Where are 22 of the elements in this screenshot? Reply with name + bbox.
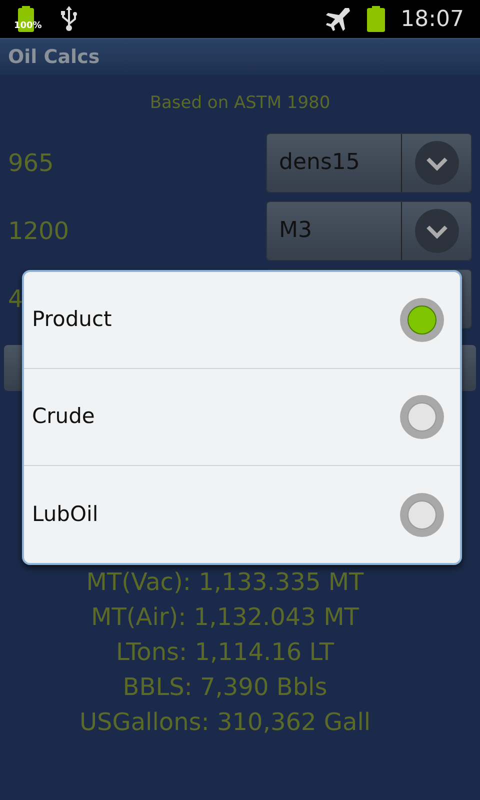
radio-button[interactable] xyxy=(400,492,444,536)
result-line: MT(Vac): 1,133.335 MT xyxy=(86,567,364,598)
radio-option[interactable]: Product xyxy=(24,272,460,369)
chevron-down-icon xyxy=(414,208,458,252)
chevron-down-icon xyxy=(414,140,458,184)
radio-option[interactable]: LubOil xyxy=(24,466,460,563)
clock: 18:07 xyxy=(400,6,464,34)
app-title: Oil Calcs xyxy=(8,44,100,70)
result-line: MT(Air): 1,132.043 MT xyxy=(91,602,359,633)
battery-icon xyxy=(366,6,385,32)
usb-icon xyxy=(60,6,78,32)
result-line: USGallons: 310,362 Gall xyxy=(79,707,371,738)
radio-button[interactable] xyxy=(400,395,444,439)
result-line: LTons: 1,114.16 LT xyxy=(116,637,334,668)
result-line: BBLS: 7,390 Bbls xyxy=(122,672,328,703)
input-value: 4 xyxy=(8,284,24,314)
input-value: 1200 xyxy=(8,216,70,246)
radio-option[interactable]: Crude xyxy=(24,369,460,466)
subtitle: Based on ASTM 1980 xyxy=(150,93,330,113)
airplane-icon xyxy=(324,6,351,32)
input-value: 965 xyxy=(8,148,54,178)
radio-button[interactable] xyxy=(400,298,444,342)
